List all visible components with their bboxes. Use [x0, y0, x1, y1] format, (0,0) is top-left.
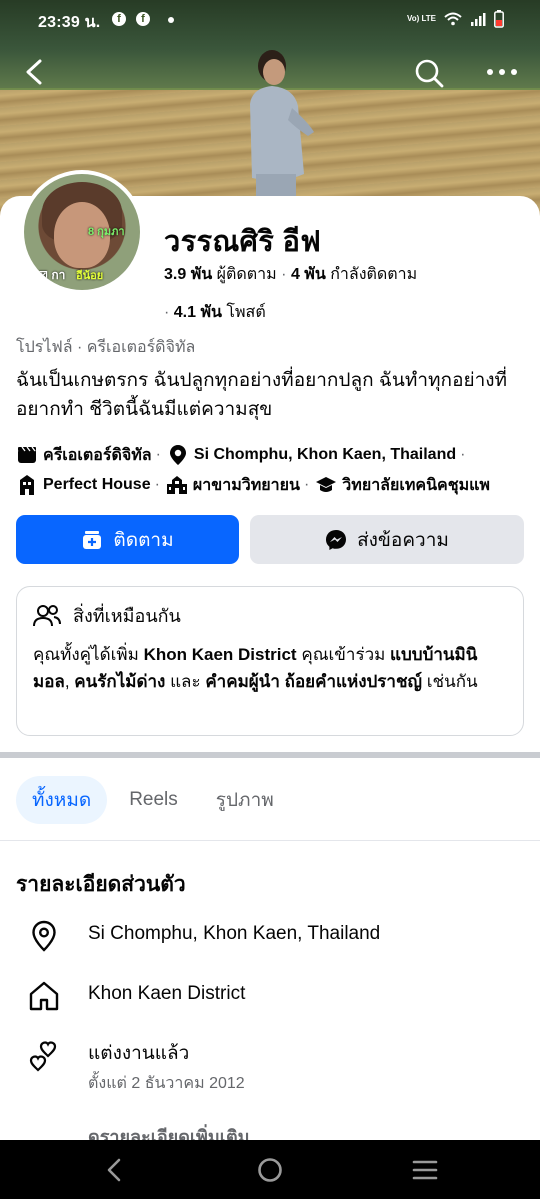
location-icon [167, 444, 189, 466]
system-back-icon[interactable] [104, 1157, 124, 1183]
intro-row-2: Perfect House · ผาขามวิทยายน · วิทยาลัยเ… [16, 470, 536, 500]
posts-label: โพสต์ [226, 304, 266, 321]
in-common-card[interactable]: สิ่งที่เหมือนกัน คุณทั้งคู่ได้เพิ่ม Khon… [16, 586, 524, 736]
separator: · [303, 476, 310, 493]
followers-label[interactable]: ผู้ติดตาม [217, 266, 277, 283]
mutual-icon [33, 604, 61, 628]
separator: · [460, 446, 466, 463]
in-common-text-part: , [64, 672, 75, 691]
personal-location-text: Si Chomphu, Khon Kaen, Thailand [88, 923, 381, 944]
back-icon[interactable] [20, 56, 50, 88]
wifi-icon [444, 12, 462, 26]
avatar-overlay-text: อีน้อย [76, 270, 104, 282]
profile-stats: 3.9 พัน ผู้ติดตาม · 4 พัน กำลังติดตาม [164, 262, 417, 287]
status-time: 23:39 น. [38, 14, 101, 31]
creator-icon [16, 444, 38, 466]
avatar-photo: 8 กุมภา ⊠ กา อีน้อย [24, 174, 140, 290]
stats-separator: · [164, 304, 174, 321]
relationship-since: ตั้งแต่ 2 ธันวาคม 2012 [88, 1075, 245, 1092]
profile-category: โปรไฟล์ · ครีเอเตอร์ดิจิทัล [16, 339, 196, 356]
intro-workplace[interactable]: Perfect House [43, 476, 151, 494]
intro-location[interactable]: Si Chomphu, Khon Kaen, Thailand [194, 446, 456, 464]
signal-icon [471, 13, 486, 26]
volte-icon: Vo) LTE [406, 14, 436, 23]
top-nav [0, 50, 540, 94]
hearts-icon [28, 1040, 60, 1072]
in-common-group-link[interactable]: คำคมผู้นำ ถ้อยคำแห่งปราชญ์ [205, 672, 422, 691]
home-icon [28, 980, 60, 1012]
section-divider [0, 752, 540, 758]
profile-name: วรรณศิริ อีฟ [164, 226, 322, 258]
in-common-text-part: คุณทั้งคู่ได้เพิ่ม [33, 645, 144, 664]
personal-details-location[interactable]: Si Chomphu, Khon Kaen, Thailand [28, 920, 380, 952]
in-common-title: สิ่งที่เหมือนกัน [73, 606, 181, 626]
intro-college[interactable]: ผาขามวิทยายน [193, 473, 300, 498]
facebook-notification-icon: f [112, 12, 126, 26]
profile-stats-posts: · 4.1 พัน โพสต์ [164, 300, 266, 325]
separator: · [155, 446, 161, 463]
tab-photos[interactable]: รูปภาพ [200, 776, 290, 824]
separator: · [154, 476, 160, 493]
followers-count[interactable]: 3.9 พัน [164, 266, 212, 283]
following-label[interactable]: กำลังติดตาม [330, 266, 417, 283]
in-common-text-part: และ [165, 672, 206, 691]
follow-icon [81, 529, 103, 551]
location-pin-icon [28, 920, 60, 952]
tab-reels[interactable]: Reels [113, 776, 194, 824]
in-common-text-part: คุณเข้าร่วม [296, 645, 391, 664]
system-home-icon[interactable] [257, 1157, 283, 1183]
profile-tabs: ทั้งหมด Reels รูปภาพ [16, 775, 296, 825]
in-common-header: สิ่งที่เหมือนกัน [33, 601, 181, 630]
system-recents-icon[interactable] [412, 1157, 438, 1183]
in-common-group-link[interactable]: คนรักไม้ด่าง [74, 672, 165, 691]
in-common-text: คุณทั้งคู่ได้เพิ่ม Khon Kaen District คุ… [33, 641, 509, 695]
search-icon[interactable] [412, 56, 446, 90]
follow-button[interactable]: ติดตาม [16, 515, 239, 564]
avatar-overlay-text: 8 กุมภา [88, 226, 125, 238]
work-icon [16, 474, 38, 496]
in-common-page-link[interactable]: Khon Kaen District [144, 645, 297, 664]
messenger-icon [325, 529, 347, 551]
status-icons: Vo) LTE [407, 10, 504, 28]
facebook-notification-icon: f [136, 12, 150, 26]
posts-count: 4.1 พัน [173, 304, 222, 321]
school-building-icon [166, 474, 188, 496]
personal-details-hometown[interactable]: Khon Kaen District [28, 980, 245, 1012]
intro-details: ครีเอเตอร์ดิจิทัล · Si Chomphu, Khon Kae… [16, 440, 536, 500]
stats-separator: · [281, 266, 291, 283]
intro-creator: ครีเอเตอร์ดิจิทัล [43, 446, 152, 464]
profile-bio: ฉันเป็นเกษตรกร ฉันปลูกทุกอย่างที่อยากปลู… [16, 370, 508, 420]
graduation-cap-icon [315, 474, 337, 496]
personal-details-title: รายละเอียดส่วนตัว [16, 873, 186, 896]
message-label: ส่งข้อความ [357, 529, 449, 551]
tabs-divider [0, 840, 540, 841]
personal-hometown-text: Khon Kaen District [88, 983, 246, 1004]
message-button[interactable]: ส่งข้อความ [250, 515, 524, 564]
notification-dot-icon [168, 17, 174, 23]
intro-row-1: ครีเอเตอร์ดิจิทัล · Si Chomphu, Khon Kae… [16, 440, 536, 470]
more-icon[interactable] [484, 62, 520, 82]
intro-school[interactable]: วิทยาลัยเทคนิคชุมแพ [342, 473, 490, 498]
follow-label: ติดตาม [113, 529, 174, 551]
in-common-text-part: เช่นกัน [422, 672, 478, 691]
relationship-status: แต่งงานแล้ว [88, 1043, 190, 1064]
profile-avatar[interactable]: 8 กุมภา ⊠ กา อีน้อย [20, 170, 144, 294]
tab-all[interactable]: ทั้งหมด [16, 776, 108, 824]
following-count[interactable]: 4 พัน [291, 266, 326, 283]
avatar-overlay-text: ⊠ กา [38, 268, 66, 282]
status-bar: 23:39 น. f f Vo) LTE [0, 0, 540, 40]
relationship-block: แต่งงานแล้ว ตั้งแต่ 2 ธันวาคม 2012 [88, 1040, 245, 1096]
battery-icon [494, 10, 504, 28]
personal-details-relationship[interactable]: แต่งงานแล้ว ตั้งแต่ 2 ธันวาคม 2012 [28, 1040, 245, 1096]
system-nav-bar [0, 1140, 540, 1199]
